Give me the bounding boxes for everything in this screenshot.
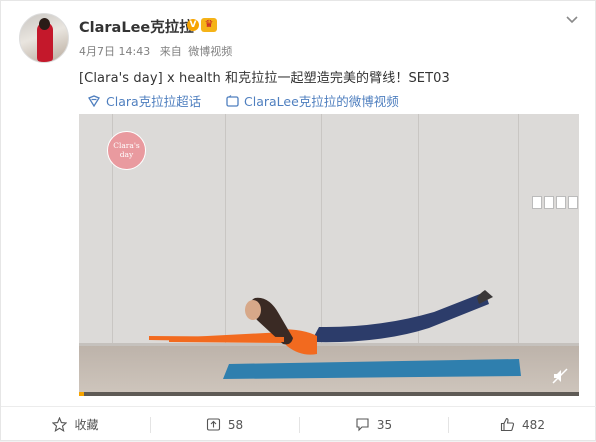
post-text: [Clara's day] x health 和克拉拉一起塑造完美的臂线！SET… bbox=[79, 71, 450, 86]
verified-badge-icon[interactable]: V bbox=[187, 19, 199, 31]
like-count: 482 bbox=[522, 417, 545, 432]
repost-count: 58 bbox=[227, 417, 244, 432]
video-icon bbox=[226, 94, 239, 107]
comment-button[interactable]: 35 bbox=[299, 407, 448, 442]
post-source[interactable]: 微博视频 bbox=[188, 45, 232, 58]
member-crown-icon[interactable]: ♛ bbox=[201, 18, 217, 32]
video-player[interactable]: Clara's day bbox=[79, 114, 579, 396]
video-collection-label: ClaraLee克拉拉的微博视频 bbox=[244, 94, 399, 109]
super-topic-link[interactable]: Clara克拉拉超话 bbox=[87, 91, 201, 110]
super-topic-label: Clara克拉拉超话 bbox=[106, 94, 202, 109]
repost-icon bbox=[206, 418, 220, 431]
like-button[interactable]: 482 bbox=[448, 407, 596, 442]
chevron-down-icon[interactable] bbox=[565, 13, 579, 27]
star-icon bbox=[52, 417, 68, 432]
progress-bar[interactable] bbox=[79, 392, 579, 396]
thumbs-up-icon bbox=[500, 417, 515, 432]
mute-icon[interactable] bbox=[552, 368, 568, 384]
favorite-label: 收藏 bbox=[74, 418, 99, 432]
favorite-button[interactable]: 收藏 bbox=[1, 407, 150, 442]
progress-fill bbox=[79, 392, 84, 396]
post-date[interactable]: 4月7日 14:43 bbox=[79, 45, 150, 58]
repost-button[interactable]: 58 bbox=[150, 407, 299, 442]
super-topic-icon bbox=[88, 94, 100, 107]
username[interactable]: ClaraLee克拉拉 bbox=[79, 16, 194, 37]
comment-count: 35 bbox=[376, 417, 393, 432]
source-prefix: 来自 bbox=[159, 45, 182, 58]
video-collection-link[interactable]: ClaraLee克拉拉的微博视频 bbox=[226, 91, 399, 110]
comment-icon bbox=[356, 418, 369, 432]
avatar-head bbox=[39, 18, 50, 30]
post-meta: 4月7日 14:43 来自 微博视频 bbox=[79, 43, 238, 59]
weibo-post-card: ClaraLee克拉拉 V ♛ 4月7日 14:43 来自 微博视频 [Clar… bbox=[0, 0, 596, 441]
exercise-figure bbox=[149, 290, 521, 379]
avatar[interactable] bbox=[19, 13, 69, 63]
